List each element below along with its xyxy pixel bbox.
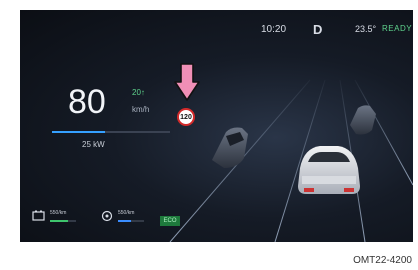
down-arrow-icon: [174, 63, 200, 101]
status-bar: 10:20 D 23.5° READY: [20, 22, 413, 42]
battery-icon: [32, 210, 45, 221]
road-scene: [169, 79, 413, 242]
temperature-readout: 23.5°: [355, 24, 377, 34]
speed-limit-sign: 120: [177, 108, 195, 126]
gear-indicator: D: [313, 22, 323, 37]
power-readout: 25 kW: [82, 140, 105, 149]
battery-bar-fill: [50, 220, 69, 222]
cluster-display: 10:20 D 23.5° READY 80 20↑ km/h 25 kW 12…: [20, 10, 413, 242]
battery-range-value: 550/km: [50, 210, 67, 216]
speed-unit: km/h: [132, 105, 150, 114]
range-bar-fill: [118, 220, 131, 222]
speed-delta: 20↑: [132, 88, 145, 97]
speed-value: 80: [68, 83, 106, 121]
range-value: 550/km: [118, 210, 135, 216]
vehicle-right-lane: [350, 105, 376, 135]
speed-bar-fill: [52, 131, 106, 133]
vehicle-left-lane: [212, 127, 248, 168]
ego-vehicle: [298, 146, 360, 194]
steering-icon: [101, 210, 113, 222]
range-bar: [118, 220, 144, 222]
figure-caption: OMT22-4200: [353, 255, 412, 266]
ready-indicator: READY: [382, 24, 413, 33]
eco-mode-badge: ECO: [160, 216, 180, 226]
speed-limit-value: 120: [180, 113, 192, 121]
clock: 10:20: [261, 24, 287, 35]
battery-bar: [50, 220, 76, 222]
